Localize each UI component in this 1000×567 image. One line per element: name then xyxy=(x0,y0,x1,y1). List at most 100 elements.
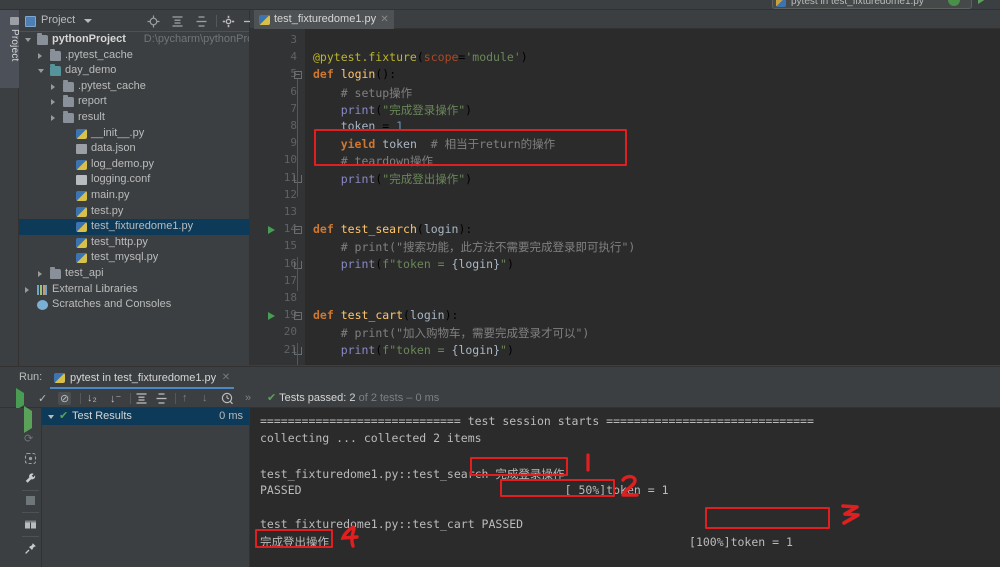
chevron-down-icon[interactable] xyxy=(84,19,92,23)
tree-item-test-py[interactable]: test.py xyxy=(19,204,249,220)
json-file-icon xyxy=(76,144,87,155)
pin-icon[interactable] xyxy=(24,542,37,555)
hide-ignored-icon[interactable]: ⊘ xyxy=(58,392,72,405)
project-tree[interactable]: pythonProject D:\pycharm\pythonProject .py… xyxy=(19,32,249,365)
chevron-down-icon[interactable] xyxy=(25,38,31,42)
tree-item-test-api[interactable]: test_api xyxy=(19,266,249,282)
python-file-icon xyxy=(76,253,87,264)
chevron-down-icon[interactable] xyxy=(48,415,54,419)
fold-collapse-icon[interactable]: − xyxy=(294,226,302,235)
console-output[interactable]: ============================= test sessi… xyxy=(250,408,1000,567)
python-file-icon xyxy=(259,15,270,25)
tree-item-scratches-and-consoles[interactable]: Scratches and Consoles xyxy=(19,297,249,313)
stop-icon[interactable] xyxy=(26,496,35,505)
chevron-right-icon[interactable] xyxy=(38,52,42,59)
history-icon[interactable] xyxy=(221,392,234,405)
code-line: print("完成登出操作") xyxy=(340,171,473,186)
close-icon[interactable]: ✕ xyxy=(222,373,230,383)
fold-end-icon[interactable] xyxy=(294,260,302,269)
run-configuration-selector[interactable]: pytest in test_fixturedome1.py xyxy=(772,0,972,9)
collapse-all-icon[interactable] xyxy=(195,15,208,28)
line-number: 6 xyxy=(290,84,297,98)
code-editor[interactable]: 3 4 5−6 7 8 9 10 11 12 13 14−15 16 17 18 19−20 21 @pyte… xyxy=(250,29,1000,365)
tree-item-main-py[interactable]: main.py xyxy=(19,188,249,204)
editor-tab-test-fixturedome1[interactable]: test_fixturedome1.py ✕ xyxy=(254,10,395,29)
run-icon[interactable] xyxy=(24,406,37,433)
editor-tab-label: test_fixturedome1.py xyxy=(274,13,377,25)
toggle-passed-icon[interactable]: ✓ xyxy=(38,392,47,405)
tree-item-label: test_api xyxy=(65,267,104,279)
tree-item--init-py[interactable]: __init__.py xyxy=(19,126,249,142)
settings-gear-icon[interactable] xyxy=(222,15,235,28)
python-file-icon xyxy=(54,373,65,383)
run-test-gutter-icon[interactable] xyxy=(268,226,275,235)
tree-item-label: pythonProject xyxy=(52,33,126,45)
tree-item--pytest-cache[interactable]: .pytest_cache xyxy=(19,48,249,64)
tree-item-result[interactable]: result xyxy=(19,110,249,126)
python-file-icon xyxy=(76,191,87,201)
run-button[interactable] xyxy=(978,0,990,6)
tree-item-test-fixturedome1-py[interactable]: test_fixturedome1.py xyxy=(19,219,249,235)
expand-all-icon[interactable] xyxy=(135,392,148,405)
folder-teal-icon xyxy=(50,64,61,77)
fold-end-icon[interactable] xyxy=(294,174,302,183)
close-icon[interactable]: ✕ xyxy=(380,15,389,25)
coverage-icon[interactable] xyxy=(24,452,37,465)
line-number: 17 xyxy=(283,273,297,287)
test-results-root-row[interactable]: ✔ Test Results 0 ms xyxy=(42,408,249,425)
tree-item-day-demo[interactable]: day_demo xyxy=(19,63,249,79)
line-number: 20 xyxy=(283,325,297,339)
up-arrow-icon[interactable]: ↑ xyxy=(182,392,188,405)
down-arrow-icon[interactable]: ↓ xyxy=(202,392,208,405)
chevron-right-icon[interactable] xyxy=(38,271,42,277)
expand-all-icon[interactable] xyxy=(171,15,184,28)
tree-item-logging-conf[interactable]: logging.conf xyxy=(19,172,249,188)
code-line: # print("加入购物车，需要完成登录才可以") xyxy=(340,326,590,341)
tree-item-label: log_demo.py xyxy=(91,157,154,170)
folder-icon xyxy=(50,48,61,61)
chevron-right-icon[interactable] xyxy=(51,115,55,121)
tree-item-label: report xyxy=(78,95,107,108)
more-icon[interactable]: » xyxy=(245,392,251,405)
tree-item-test-http-py[interactable]: test_http.py xyxy=(19,235,249,251)
run-test-gutter-icon[interactable] xyxy=(268,312,275,321)
line-number: 9 xyxy=(290,136,297,150)
fold-collapse-icon[interactable]: − xyxy=(294,312,302,321)
test-results-tree[interactable]: ✔ Test Results 0 ms xyxy=(42,408,250,567)
console-line: test_fixturedome1.py::test_cart PASSED xyxy=(260,517,524,532)
tool-tab-project[interactable]: Project xyxy=(0,10,20,88)
tree-item-test-mysql-py[interactable]: test_mysql.py xyxy=(19,250,249,266)
run-tab-pytest[interactable]: pytest in test_fixturedome1.py ✕ xyxy=(50,367,235,389)
run-side-toolbar: ⟳ xyxy=(19,406,42,567)
chevron-right-icon[interactable] xyxy=(51,83,55,90)
tree-item-log-demo-py[interactable]: log_demo.py xyxy=(19,157,249,173)
debug-icon[interactable]: ⟳ xyxy=(24,432,37,445)
sort-duration-icon[interactable]: ↓⁻ xyxy=(110,392,121,405)
collapse-all-icon[interactable] xyxy=(155,392,168,405)
code-line: def test_search(login): xyxy=(313,222,473,237)
line-number: 12 xyxy=(283,187,297,201)
settings-wrench-icon[interactable] xyxy=(24,472,37,485)
tree-item-label: test_fixturedome1.py xyxy=(91,220,194,233)
locate-icon[interactable] xyxy=(147,15,160,28)
layout-icon[interactable] xyxy=(24,518,37,531)
code-line: print(f"token = {login}") xyxy=(340,256,514,271)
tree-item-data-json[interactable]: data.json xyxy=(19,141,249,157)
chevron-down-icon[interactable] xyxy=(38,69,44,74)
rerun-icon[interactable] xyxy=(16,388,24,410)
chevron-right-icon[interactable] xyxy=(51,99,55,106)
tree-item-pythonproject[interactable]: pythonProject D:\pycharm\pythonProject xyxy=(19,32,249,48)
tree-item-external-libraries[interactable]: External Libraries xyxy=(19,282,249,298)
folder-icon xyxy=(37,33,48,45)
line-number: 7 xyxy=(290,101,297,115)
fold-end-icon[interactable] xyxy=(294,346,302,355)
main-toolbar: pytest in test_fixturedome1.py xyxy=(0,0,1000,10)
chevron-right-icon[interactable] xyxy=(25,286,29,293)
sort-alpha-icon[interactable]: ↓₂ xyxy=(87,392,97,405)
fold-collapse-icon[interactable]: − xyxy=(294,71,302,80)
tree-item--pytest-cache[interactable]: .pytest_cache xyxy=(19,79,249,95)
pycharm-window: pytest in test_fixturedome1.py Project B… xyxy=(0,0,1000,567)
project-panel-header: Project xyxy=(19,10,253,32)
code-line: # setup操作 xyxy=(340,85,413,100)
tree-item-report[interactable]: report xyxy=(19,94,249,110)
